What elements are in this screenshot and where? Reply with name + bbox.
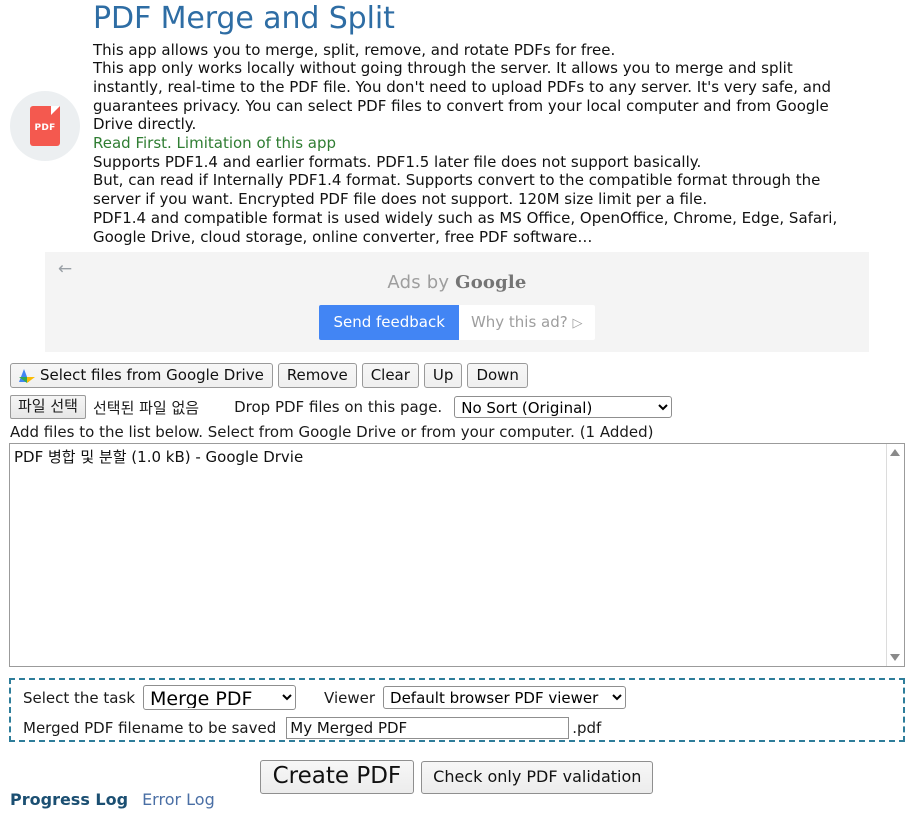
advertisement-panel: ← Ads by Google Send feedback Why this ad… — [45, 252, 869, 352]
viewer-label: Viewer — [324, 688, 376, 707]
page-title: PDF Merge and Split — [93, 1, 395, 36]
log-links-row: Progress Log Error Log — [10, 790, 215, 809]
scroll-down-arrow-icon[interactable] — [890, 654, 900, 661]
intro-line: Drive directly. — [93, 115, 197, 134]
why-this-ad-label: Why this ad? — [470, 313, 568, 331]
limitation-line: server if you want. Encrypted PDF file d… — [93, 190, 708, 209]
file-selection-status: 선택된 파일 없음 — [92, 398, 200, 417]
task-row-selects: Select the task Merge PDF Viewer Default br… — [23, 685, 903, 713]
viewer-select[interactable]: Default browser PDF viewer — [383, 686, 627, 709]
limitation-line: Google Drive, cloud storage, online conv… — [93, 227, 593, 246]
clear-button[interactable]: Clear — [361, 363, 419, 388]
limitation-line: Supports PDF1.4 and earlier formats. PDF… — [93, 152, 702, 171]
list-item[interactable]: PDF 병합 및 분할 (1.0 kB) - Google Drvie — [14, 447, 887, 467]
header-section: PDF PDF Merge and Split This app allows … — [0, 0, 913, 246]
pdf-app-icon: PDF — [10, 91, 80, 161]
ads-by-google-label: Ads by Google — [45, 272, 869, 293]
error-log-link[interactable]: Error Log — [142, 790, 215, 809]
ads-by-text: Ads by — [387, 272, 456, 293]
filename-extension-label: .pdf — [572, 719, 602, 737]
add-files-hint: Add files to the list below. Select from… — [10, 423, 654, 441]
sort-order-select[interactable]: No Sort (Original) — [454, 396, 673, 418]
google-drive-icon — [19, 368, 35, 383]
send-feedback-button[interactable]: Send feedback — [319, 305, 459, 340]
gdrive-button-label: Select files from Google Drive — [40, 366, 264, 384]
task-select[interactable]: Merge PDF — [143, 685, 297, 710]
pdf-document-icon: PDF — [30, 106, 60, 146]
create-pdf-button[interactable]: Create PDF — [259, 760, 415, 794]
remove-button[interactable]: Remove — [277, 363, 357, 388]
file-input-row: 파일 선택 선택된 파일 없음 Drop PDF files on this pag… — [10, 395, 905, 419]
google-wordmark: Google — [455, 272, 527, 293]
action-buttons-row: Create PDF Check only PDF validation — [0, 760, 913, 794]
intro-line: This app allows you to merge, split, rem… — [93, 40, 616, 59]
select-from-google-drive-button[interactable]: Select files from Google Drive — [10, 363, 273, 388]
check-pdf-validation-button[interactable]: Check only PDF validation — [421, 760, 654, 794]
limitation-line: But, can read if Internally PDF1.4 forma… — [93, 171, 821, 190]
controls-section: Select files from Google Drive Remove Clea… — [10, 363, 905, 419]
limitation-line: PDF1.4 and compatible format is used wid… — [93, 208, 838, 227]
intro-line: guarantees privacy. You can select PDF f… — [93, 96, 829, 115]
intro-line: instantly, real-time to the PDF file. Yo… — [93, 77, 831, 96]
scroll-up-arrow-icon[interactable] — [890, 449, 900, 456]
play-triangle-icon: ▷ — [572, 316, 583, 331]
pdf-icon-label: PDF — [34, 123, 56, 133]
select-task-label: Select the task — [23, 688, 136, 707]
read-first-notice: Read First. Limitation of this app — [93, 134, 337, 153]
merged-filename-input[interactable] — [286, 717, 570, 739]
file-list[interactable]: PDF 병합 및 분할 (1.0 kB) - Google Drvie — [10, 444, 887, 666]
toolbar-buttons-row: Select files from Google Drive Remove Clea… — [10, 363, 905, 389]
task-settings-box: Select the task Merge PDF Viewer Default br… — [9, 678, 905, 742]
down-button[interactable]: Down — [467, 363, 528, 388]
why-this-ad-button[interactable]: Why this ad? ▷ — [458, 305, 595, 340]
intro-line: This app only works locally without goin… — [93, 59, 793, 78]
task-row-filename: Merged PDF filename to be saved .pdf — [23, 717, 903, 743]
up-button[interactable]: Up — [423, 363, 463, 388]
file-select-button[interactable]: 파일 선택 — [10, 395, 86, 419]
intro-block: PDF Merge and Split This app allows you … — [0, 0, 913, 246]
progress-log-link[interactable]: Progress Log — [10, 790, 128, 809]
file-list-box[interactable]: PDF 병합 및 분할 (1.0 kB) - Google Drvie — [9, 443, 905, 667]
ad-buttons-row: Send feedback Why this ad? ▷ — [45, 305, 869, 340]
filename-label: Merged PDF filename to be saved — [23, 719, 277, 737]
drop-files-hint: Drop PDF files on this page. — [234, 398, 443, 416]
file-list-scrollbar[interactable] — [886, 444, 904, 666]
